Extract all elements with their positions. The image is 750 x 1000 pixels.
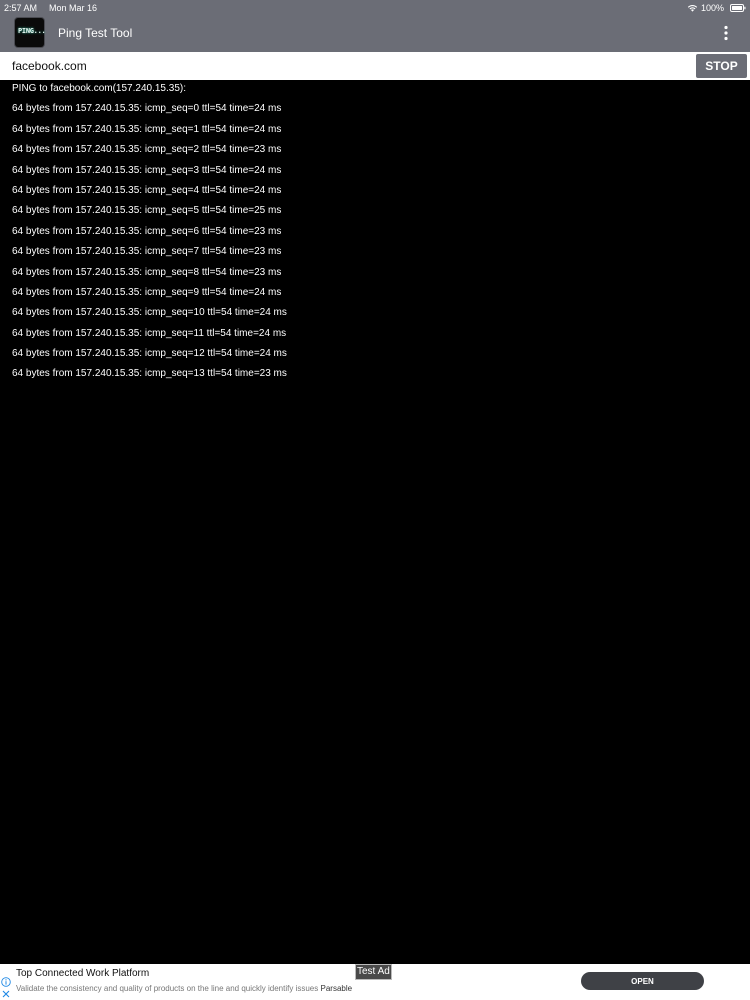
status-left: 2:57 AM Mon Mar 16 — [4, 0, 109, 16]
ad-description-text: Validate the consistency and quality of … — [16, 984, 319, 993]
more-vertical-icon[interactable] — [722, 25, 730, 41]
ping-line: 64 bytes from 157.240.15.35: icmp_seq=1 … — [12, 123, 282, 135]
ping-header: PING to facebook.com(157.240.15.35): — [12, 83, 186, 94]
ping-line: 64 bytes from 157.240.15.35: icmp_seq=2 … — [12, 144, 282, 156]
wifi-icon — [687, 5, 698, 12]
host-input[interactable] — [0, 52, 690, 80]
ping-line: 64 bytes from 157.240.15.35: icmp_seq=8 … — [12, 266, 282, 278]
info-icon[interactable] — [1, 977, 11, 987]
app-screen: 2:57 AM Mon Mar 16 100% PING... Ping Test… — [0, 0, 750, 1000]
nav-bar: PING... Ping Test Tool — [0, 16, 750, 52]
battery-icon — [730, 4, 746, 12]
ping-line: 64 bytes from 157.240.15.35: icmp_seq=4 … — [12, 184, 282, 196]
test-ad-badge: Test Ad — [355, 964, 392, 980]
ping-line: 64 bytes from 157.240.15.35: icmp_seq=3 … — [12, 164, 282, 176]
ad-open-button[interactable]: OPEN — [581, 972, 704, 990]
ping-line: 64 bytes from 157.240.15.35: icmp_seq=10… — [12, 307, 287, 319]
page-title: Ping Test Tool — [58, 26, 133, 40]
app-logo-text: PING... — [18, 27, 46, 35]
stop-button[interactable]: STOP — [696, 54, 747, 78]
ping-output: PING to facebook.com(157.240.15.35): 64 … — [12, 82, 732, 388]
ad-advertiser: Parsable — [320, 984, 353, 993]
ping-line: 64 bytes from 157.240.15.35: icmp_seq=5 … — [12, 205, 282, 217]
status-bar: 2:57 AM Mon Mar 16 100% — [0, 0, 750, 16]
close-icon[interactable] — [2, 990, 10, 998]
status-time: 2:57 AM — [4, 3, 38, 13]
ping-line: 64 bytes from 157.240.15.35: icmp_seq=0 … — [12, 103, 282, 115]
ping-line: 64 bytes from 157.240.15.35: icmp_seq=7 … — [12, 246, 282, 258]
app-logo-icon: PING... — [15, 18, 46, 47]
ping-line: 64 bytes from 157.240.15.35: icmp_seq=6 … — [12, 225, 282, 237]
ad-title[interactable]: Top Connected Work Platform — [16, 968, 149, 979]
status-right: 100% — [687, 0, 724, 16]
ping-line: 64 bytes from 157.240.15.35: icmp_seq=13… — [12, 368, 287, 380]
ping-line: 64 bytes from 157.240.15.35: icmp_seq=9 … — [12, 286, 282, 298]
battery-percent: 100% — [700, 3, 724, 13]
ad-banner[interactable]: Top Connected Work Platform Validate the… — [0, 964, 750, 1000]
address-bar: STOP — [0, 52, 750, 80]
ping-line: 64 bytes from 157.240.15.35: icmp_seq=11… — [12, 327, 287, 339]
status-date: Mon Mar 16 — [49, 3, 98, 13]
ping-line: 64 bytes from 157.240.15.35: icmp_seq=12… — [12, 348, 287, 360]
ad-description: Validate the consistency and quality of … — [16, 984, 352, 993]
